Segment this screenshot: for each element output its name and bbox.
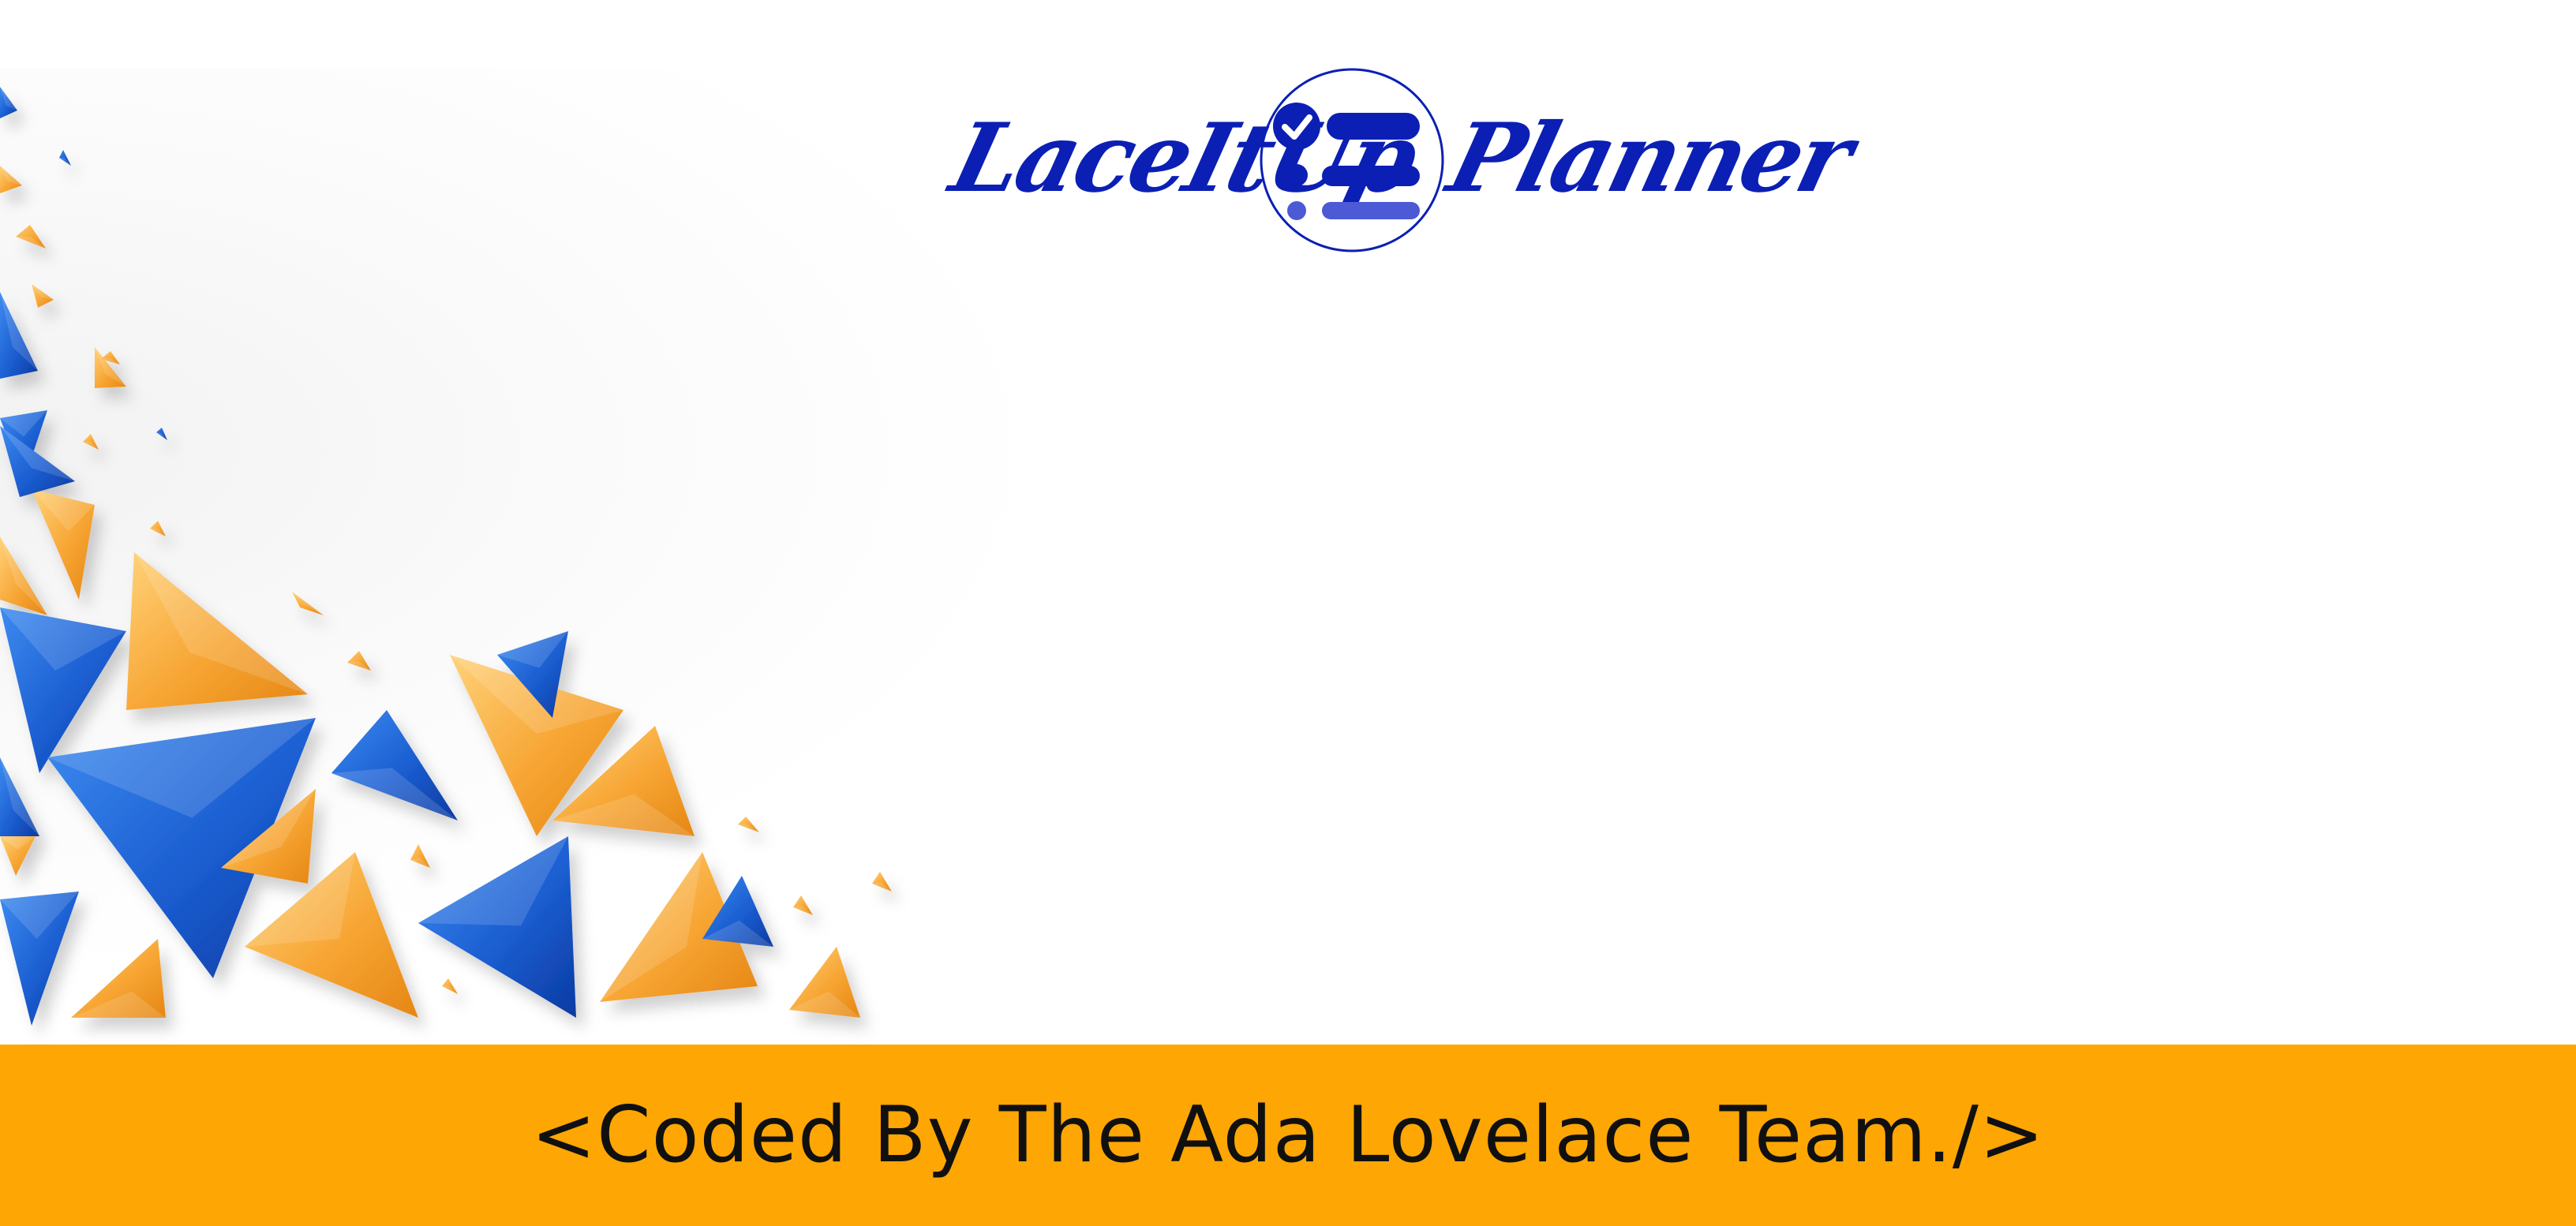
- footer-credit: <Coded By The Ada Lovelace Team./>: [531, 1090, 2045, 1180]
- decor-triangle: [331, 710, 458, 820]
- decor-triangle: [793, 895, 813, 915]
- app-logo: LaceItUp Planner: [941, 63, 1860, 260]
- checklist-icon: [1260, 68, 1444, 252]
- decor-triangle: [347, 651, 371, 671]
- decor-triangle: [872, 872, 892, 891]
- decor-triangle: [410, 844, 430, 868]
- decor-triangle-facet: [292, 592, 324, 615]
- landing-page: LaceItUp Planner <Coded By The Ada Lovel…: [0, 0, 2576, 1226]
- decor-triangle-facet: [738, 824, 759, 832]
- decor-triangle-facet: [59, 158, 71, 166]
- logo-wordmark-right: Planner: [1438, 103, 1861, 214]
- decor-triangle-facet: [156, 432, 167, 440]
- hero-section: LaceItUp Planner: [0, 0, 2576, 1045]
- footer-bar: <Coded By The Ada Lovelace Team./>: [0, 1045, 2576, 1226]
